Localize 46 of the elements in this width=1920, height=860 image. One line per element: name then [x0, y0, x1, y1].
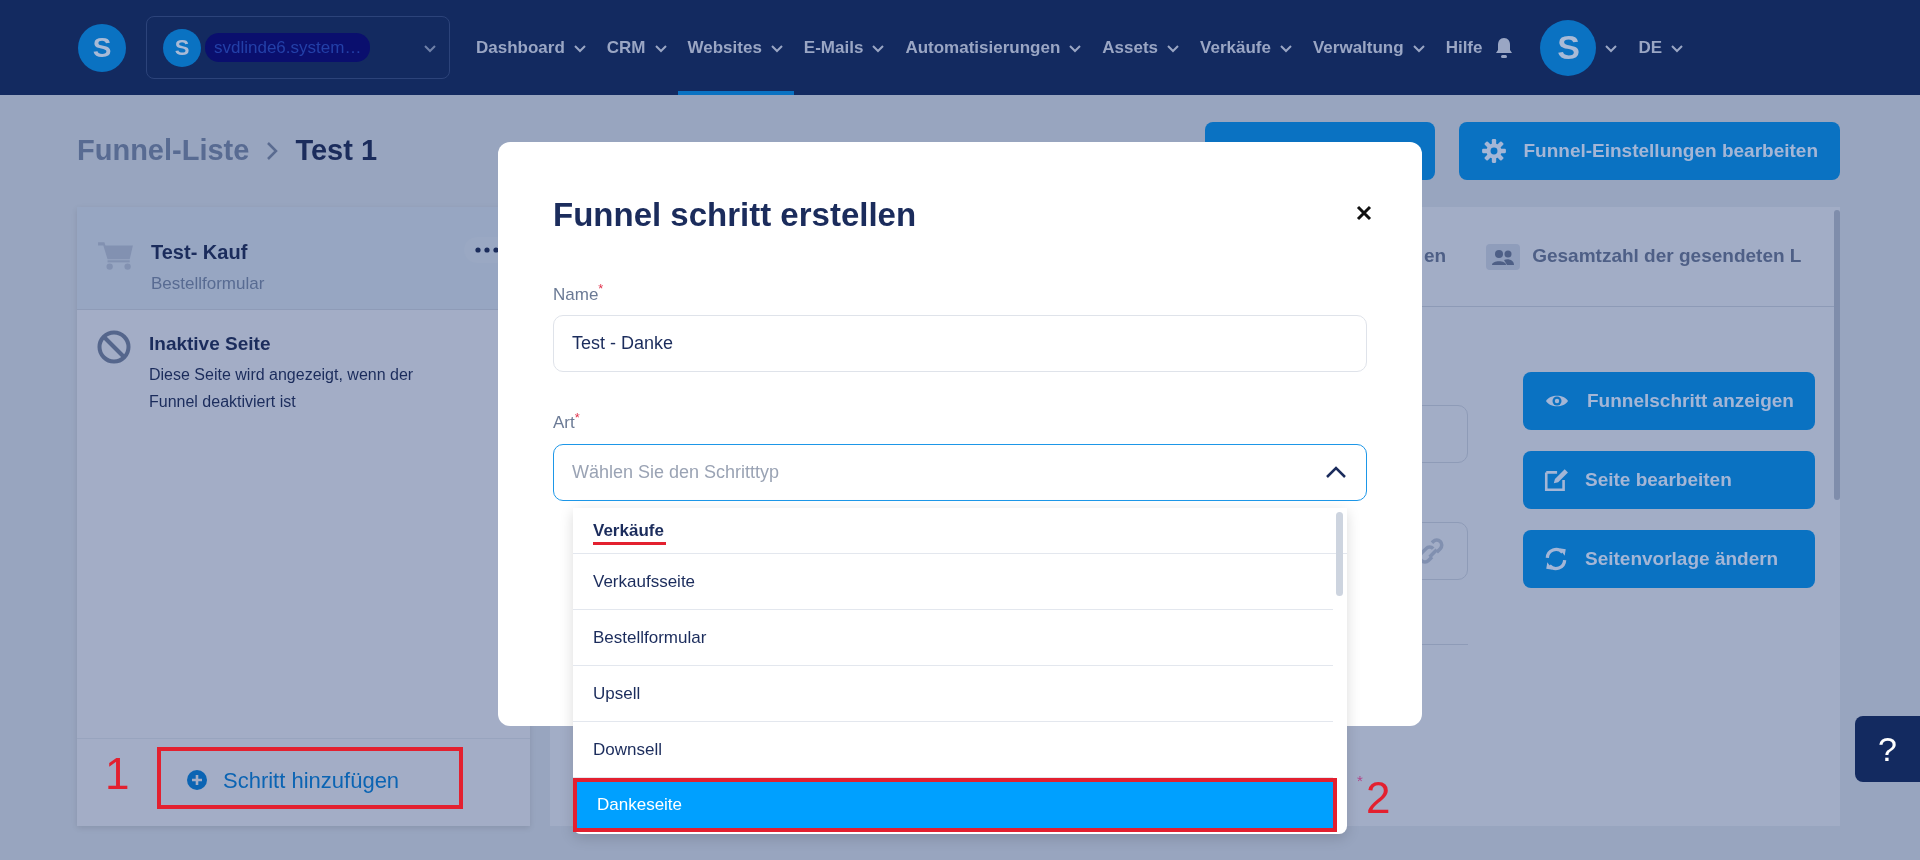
nav-menu-item[interactable]: Verwaltung	[1302, 0, 1436, 95]
dropdown-option[interactable]: Bestellformular	[573, 610, 1333, 666]
account-avatar: S	[163, 28, 201, 67]
annotation-number: 1	[105, 752, 131, 796]
inactive-page-description: Diese Seite wird angezeigt, wenn der Funnel deaktiviert ist	[149, 364, 415, 412]
nav-menu-item[interactable]: CRM	[596, 0, 678, 95]
gear-icon	[1481, 138, 1508, 164]
nav-menu-item[interactable]: Verkäufe	[1190, 0, 1303, 95]
option-group-label: Verkäufe	[593, 521, 666, 545]
link-icon	[1419, 538, 1445, 564]
nav-menu-item[interactable]: Websites	[677, 0, 794, 95]
nav-menu-item[interactable]: Hilfe	[1435, 0, 1493, 95]
sync-icon	[1543, 546, 1569, 572]
dropdown-option[interactable]: Verkaufsseite	[573, 554, 1333, 610]
chevron-up-icon	[1325, 464, 1347, 480]
dialog-title: Funnel schritt erstellen	[553, 195, 917, 235]
required-mark: *	[574, 409, 580, 425]
more-icon	[475, 247, 499, 253]
step-title: Test- Kauf	[151, 240, 249, 265]
plus-icon	[187, 770, 207, 790]
annotation-number: 2	[1366, 776, 1391, 820]
help-button[interactable]: ?	[1855, 716, 1920, 782]
step-type: Bestellformular	[151, 273, 265, 295]
account-name: svdlinde6.system…	[205, 32, 371, 63]
close-icon	[1355, 204, 1373, 222]
nav-menu-item[interactable]: Assets	[1092, 0, 1191, 95]
nav-menu-item[interactable]: Automatisierungen	[895, 0, 1093, 95]
dropdown-option[interactable]: Upsell	[573, 666, 1333, 722]
dropdown-option[interactable]: Downsell	[573, 722, 1333, 778]
name-field[interactable]: Test - Danke	[553, 315, 1367, 372]
scrollbar[interactable]	[1336, 512, 1343, 596]
breadcrumb-item: Test 1	[295, 133, 378, 169]
type-select[interactable]: Wählen Sie den Schritttyp	[553, 443, 1367, 501]
chevron-right-icon	[265, 141, 280, 161]
field-label: Art$^{*}$	[553, 410, 581, 434]
ban-icon	[97, 330, 131, 364]
field-label: Name$^{*}$	[553, 281, 605, 306]
language-selector[interactable]: DE	[1628, 30, 1695, 65]
inactive-page-title: Inaktive Seite	[149, 332, 272, 356]
required-mark: *	[1357, 771, 1363, 791]
edit-icon	[1543, 467, 1569, 493]
people-icon	[1486, 243, 1521, 270]
scrollbar[interactable]	[1834, 210, 1840, 500]
nav-menu-item[interactable]: E-Mails	[793, 0, 896, 95]
nav-menu-item[interactable]: Dashboard	[466, 0, 597, 95]
required-mark: *	[598, 281, 604, 297]
